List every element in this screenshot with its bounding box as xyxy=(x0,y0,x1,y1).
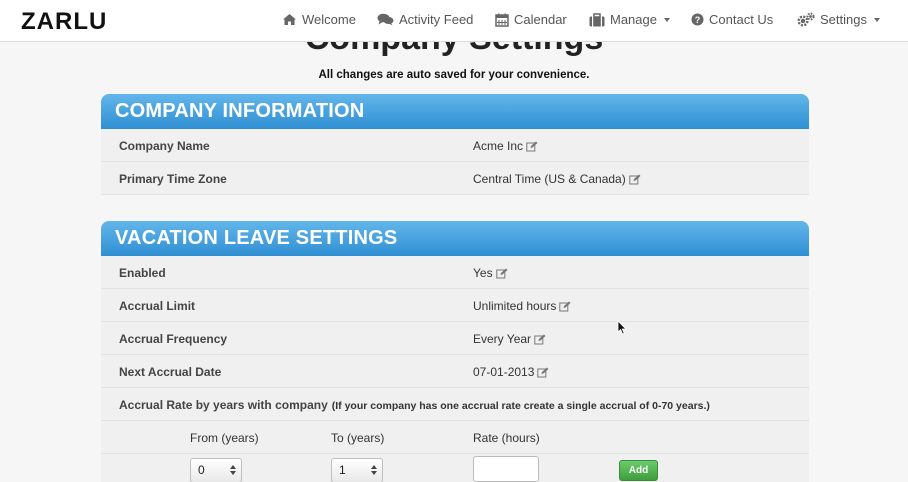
cogs-icon xyxy=(797,12,815,27)
accrual-rate-label: Accrual Rate by years with company (If yo… xyxy=(119,398,710,412)
nav-manage[interactable]: Manage xyxy=(589,12,670,27)
comments-icon xyxy=(377,13,394,26)
rate-hours-header: Rate (hours) xyxy=(473,431,540,445)
accrual-frequency-text: Every Year xyxy=(473,332,532,346)
from-years-header: From (years) xyxy=(190,431,259,445)
accrual-limit-text: Unlimited hours xyxy=(473,299,557,313)
nav-calendar[interactable]: Calendar xyxy=(495,12,567,27)
accrual-columns-row: From (years) To (years) Rate (hours) xyxy=(101,421,809,454)
to-years-header: To (years) xyxy=(331,431,385,445)
nav-manage-label: Manage xyxy=(610,12,657,27)
enabled-label: Enabled xyxy=(119,266,166,280)
accrual-limit-value[interactable]: Unlimited hours xyxy=(473,299,571,313)
nav-contact-us[interactable]: ? Contact Us xyxy=(691,12,773,27)
accrual-limit-row: Accrual Limit Unlimited hours xyxy=(101,289,809,322)
accrual-rate-note: (If your company has one accrual rate cr… xyxy=(331,400,710,412)
accrual-input-row: 0 1 Add xyxy=(101,454,809,482)
nav-welcome[interactable]: Welcome xyxy=(282,12,356,27)
accrual-rate-row: Accrual Rate by years with company (If yo… xyxy=(101,388,809,421)
company-information-header: COMPANY INFORMATION xyxy=(101,94,809,129)
rate-hours-input[interactable] xyxy=(473,456,539,482)
company-name-value[interactable]: Acme Inc xyxy=(473,139,538,153)
chevron-down-icon xyxy=(873,18,880,22)
briefcase-icon xyxy=(589,12,605,26)
next-accrual-date-label: Next Accrual Date xyxy=(119,365,222,379)
edit-icon[interactable] xyxy=(629,174,641,185)
time-zone-text: Central Time (US & Canada) xyxy=(473,172,626,186)
accrual-frequency-label: Accrual Frequency xyxy=(119,332,228,346)
nav-activity-feed-label: Activity Feed xyxy=(399,12,474,27)
company-information-panel: COMPANY INFORMATION Company Name Acme In… xyxy=(101,94,809,195)
time-zone-value[interactable]: Central Time (US & Canada) xyxy=(473,172,641,186)
stepper-icon xyxy=(371,465,377,475)
next-accrual-date-text: 07-01-2013 xyxy=(473,365,535,379)
from-years-select[interactable]: 0 xyxy=(190,458,242,482)
accrual-frequency-row: Accrual Frequency Every Year xyxy=(101,322,809,355)
edit-icon[interactable] xyxy=(559,301,571,312)
company-name-row: Company Name Acme Inc xyxy=(101,129,809,162)
stepper-icon xyxy=(230,465,236,475)
enabled-text: Yes xyxy=(473,266,493,280)
edit-icon[interactable] xyxy=(537,367,549,378)
vacation-leave-header: VACATION LEAVE SETTINGS xyxy=(101,221,809,256)
time-zone-row: Primary Time Zone Central Time (US & Can… xyxy=(101,162,809,195)
accrual-rate-title: Accrual Rate by years with company xyxy=(119,398,328,412)
enabled-row: Enabled Yes xyxy=(101,256,809,289)
next-accrual-date-value[interactable]: 07-01-2013 xyxy=(473,365,549,379)
next-accrual-date-row: Next Accrual Date 07-01-2013 xyxy=(101,355,809,388)
nav-settings[interactable]: Settings xyxy=(797,12,880,27)
svg-text:?: ? xyxy=(695,15,701,25)
edit-icon[interactable] xyxy=(526,141,538,152)
auto-save-notice: All changes are auto saved for your conv… xyxy=(318,69,590,81)
company-name-label: Company Name xyxy=(119,139,210,153)
to-years-select[interactable]: 1 xyxy=(331,458,383,482)
from-years-value: 0 xyxy=(198,463,205,477)
question-circle-icon: ? xyxy=(691,13,704,26)
chevron-down-icon xyxy=(663,18,670,22)
calendar-icon xyxy=(495,13,509,27)
accrual-limit-label: Accrual Limit xyxy=(119,299,196,313)
mouse-pointer-icon xyxy=(617,320,627,335)
home-icon xyxy=(283,14,296,25)
company-name-text: Acme Inc xyxy=(473,139,524,153)
add-accrual-button[interactable]: Add xyxy=(619,460,658,481)
top-navbar: ZARLU Welcome Activity Feed Calendar Man… xyxy=(0,0,908,42)
accrual-frequency-value[interactable]: Every Year xyxy=(473,332,546,346)
edit-icon[interactable] xyxy=(534,334,546,345)
nav-calendar-label: Calendar xyxy=(514,12,567,27)
nav-activity-feed[interactable]: Activity Feed xyxy=(377,12,473,27)
brand-logo[interactable]: ZARLU xyxy=(21,8,107,36)
time-zone-label: Primary Time Zone xyxy=(119,172,227,186)
nav-welcome-label: Welcome xyxy=(302,12,356,27)
vacation-leave-panel: VACATION LEAVE SETTINGS Enabled Yes Accr… xyxy=(101,221,809,482)
enabled-value[interactable]: Yes xyxy=(473,266,508,280)
edit-icon[interactable] xyxy=(495,268,508,279)
to-years-value: 1 xyxy=(339,463,346,477)
nav-settings-label: Settings xyxy=(820,12,867,27)
nav-contact-us-label: Contact Us xyxy=(709,12,774,27)
